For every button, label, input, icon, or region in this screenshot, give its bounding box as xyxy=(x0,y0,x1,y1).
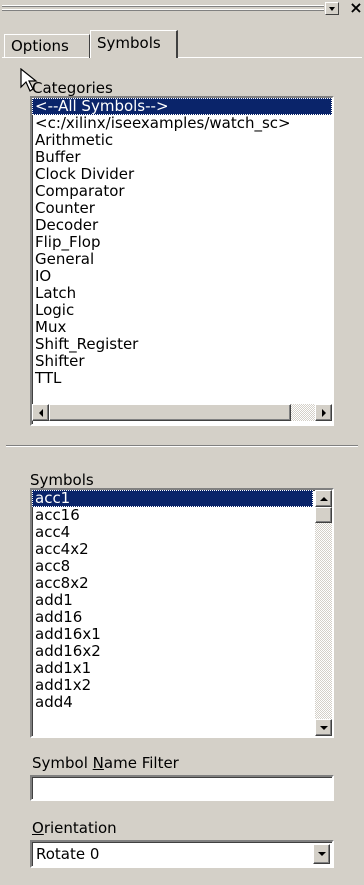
category-list-item[interactable]: IO xyxy=(32,268,332,285)
category-list-item[interactable]: Counter xyxy=(32,200,332,217)
symbol-list-item[interactable]: add4 xyxy=(32,694,313,711)
orientation-label: Orientation xyxy=(32,819,117,837)
categories-listbox[interactable]: <--All Symbols--> <c:/xilinx/iseexamples/… xyxy=(30,96,334,426)
arrow-up-icon xyxy=(319,496,328,501)
symbol-list-item[interactable]: add16x2 xyxy=(32,643,313,660)
category-list-item[interactable]: Arithmetic xyxy=(32,132,332,149)
symbols-listbox[interactable]: acc1 acc16 acc4 acc4x2 acc8 acc8x2 add1 add16 ad… xyxy=(30,488,334,738)
symbol-list-item[interactable]: acc4 xyxy=(32,524,313,541)
symbol-list-item[interactable]: add1x2 xyxy=(32,677,313,694)
name-filter-input[interactable] xyxy=(30,775,334,801)
orientation-select[interactable]: Rotate 0 xyxy=(30,840,334,868)
scroll-track[interactable] xyxy=(291,404,315,421)
arrow-down-icon xyxy=(319,725,328,730)
category-list-item[interactable]: TTL xyxy=(32,370,332,387)
name-filter-label-pre: Symbol xyxy=(32,754,93,772)
tab-options[interactable]: Options xyxy=(4,34,90,58)
close-icon[interactable]: × xyxy=(348,0,364,16)
symbol-list-item[interactable]: add16x1 xyxy=(32,626,313,643)
categories-label: Categories xyxy=(32,79,113,97)
category-list-item[interactable]: Shift_Register xyxy=(32,336,332,353)
symbol-list-item[interactable]: add1x1 xyxy=(32,660,313,677)
category-list-item[interactable]: Shifter xyxy=(32,353,332,370)
scroll-thumb[interactable] xyxy=(315,507,332,523)
symbols-vscrollbar[interactable] xyxy=(315,490,332,736)
tab-symbols[interactable]: Symbols xyxy=(90,30,178,58)
restore-button[interactable] xyxy=(325,2,339,15)
name-filter-label-accel: N xyxy=(92,754,104,772)
chevron-down-icon xyxy=(317,852,326,856)
scroll-track[interactable] xyxy=(315,523,332,719)
orientation-dropdown-button[interactable] xyxy=(313,844,330,864)
orientation-label-accel: O xyxy=(32,819,44,837)
categories-hscrollbar[interactable] xyxy=(32,404,332,421)
name-filter-label: Symbol Name Filter xyxy=(32,754,179,772)
orientation-value: Rotate 0 xyxy=(36,845,100,863)
symbol-list-item[interactable]: acc8 xyxy=(32,558,313,575)
symbol-list-item[interactable]: acc16 xyxy=(32,507,313,524)
symbol-list-item[interactable]: acc1 xyxy=(32,490,313,507)
category-list-item[interactable]: Latch xyxy=(32,285,332,302)
scroll-right-button[interactable] xyxy=(315,404,332,421)
symbol-list-item[interactable]: add16 xyxy=(32,609,313,626)
scroll-up-button[interactable] xyxy=(315,490,332,507)
symbols-label: Symbols xyxy=(30,471,94,489)
arrow-right-icon xyxy=(321,408,326,417)
dock-grip[interactable] xyxy=(2,2,324,16)
category-list-item[interactable]: Clock Divider xyxy=(32,166,332,183)
tab-symbols-label: Symbols xyxy=(97,34,161,52)
section-separator xyxy=(6,445,358,447)
symbol-list-item[interactable]: add1 xyxy=(32,592,313,609)
category-list-item[interactable]: <c:/xilinx/iseexamples/watch_sc> xyxy=(32,115,332,132)
scroll-left-button[interactable] xyxy=(32,404,49,421)
symbol-list-item[interactable]: acc8x2 xyxy=(32,575,313,592)
chevron-down-icon xyxy=(329,7,335,11)
category-list-item[interactable]: Mux xyxy=(32,319,332,336)
category-list-item[interactable]: Flip_Flop xyxy=(32,234,332,251)
name-filter-label-post: ame Filter xyxy=(103,754,179,772)
category-list-item[interactable]: General xyxy=(32,251,332,268)
category-list-item[interactable]: Logic xyxy=(32,302,332,319)
arrow-left-icon xyxy=(38,408,43,417)
tab-options-label: Options xyxy=(11,37,69,55)
category-list-item[interactable]: Decoder xyxy=(32,217,332,234)
orientation-label-post: rientation xyxy=(43,819,117,837)
symbol-list-item[interactable]: acc4x2 xyxy=(32,541,313,558)
category-list-item[interactable]: <--All Symbols--> xyxy=(32,98,332,115)
scroll-thumb[interactable] xyxy=(49,404,291,421)
category-list-item[interactable]: Buffer xyxy=(32,149,332,166)
category-list-item[interactable]: Comparator xyxy=(32,183,332,200)
scroll-down-button[interactable] xyxy=(315,719,332,736)
